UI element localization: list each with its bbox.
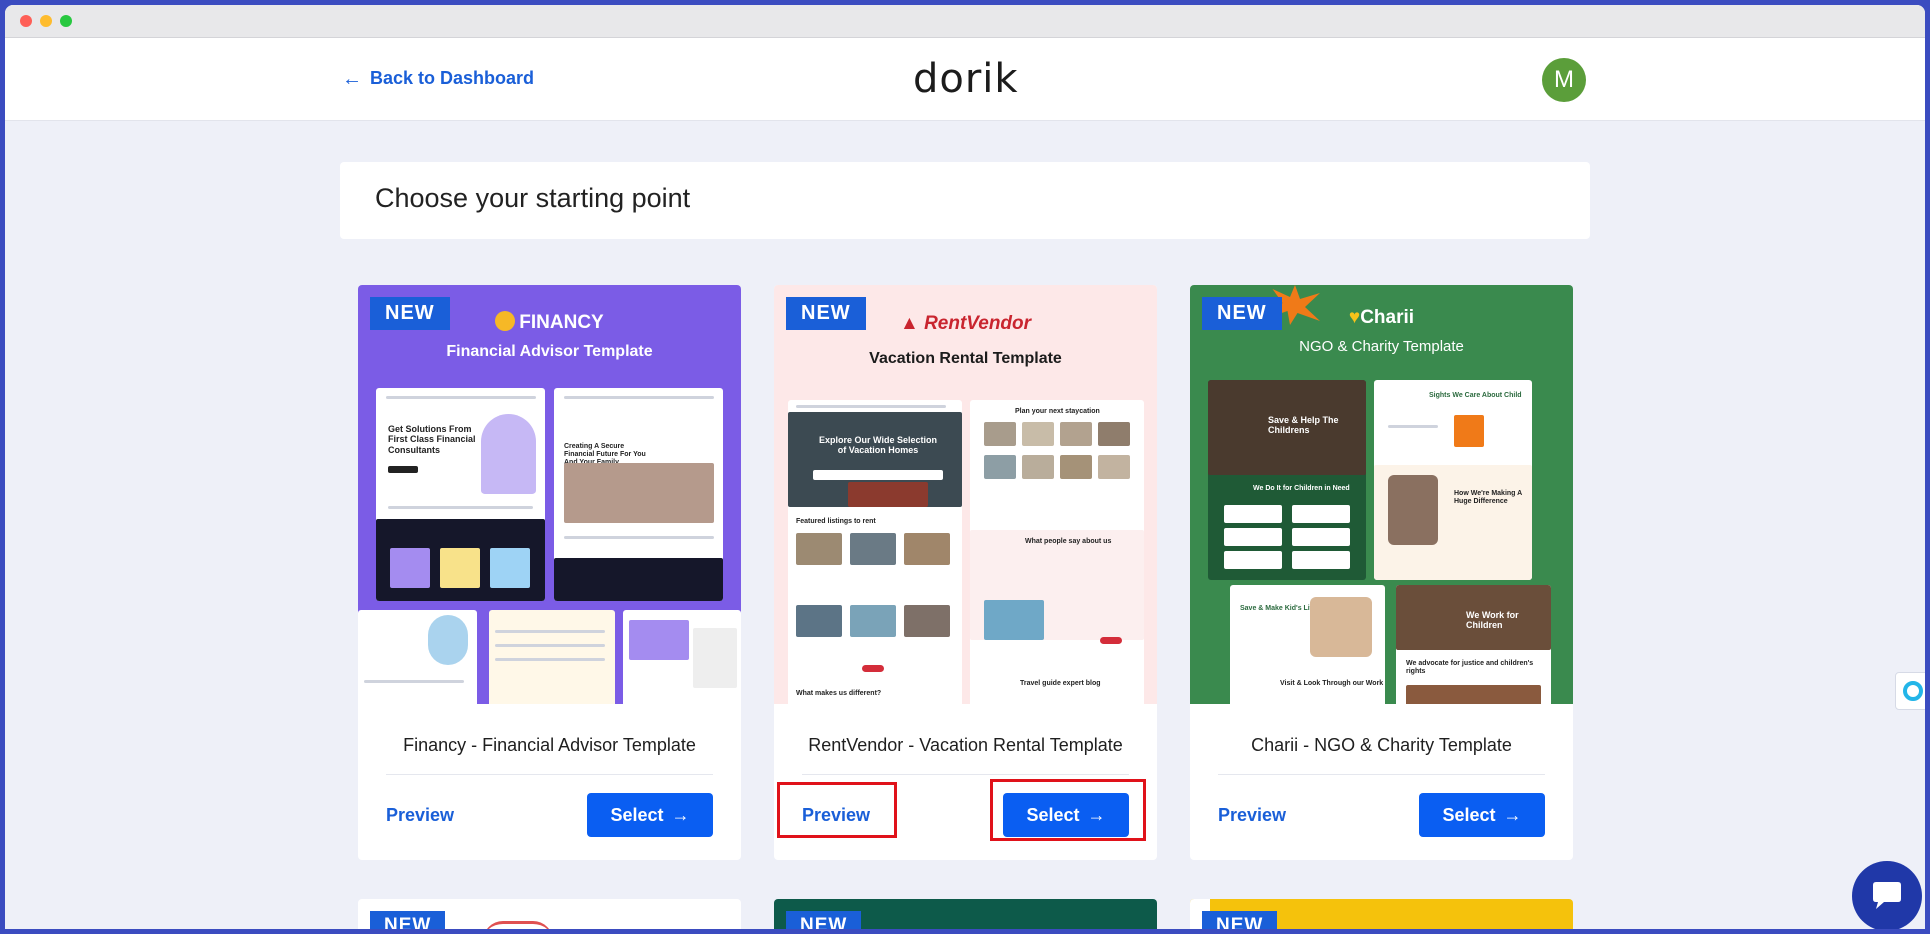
- new-badge: NEW: [1202, 911, 1278, 929]
- arrow-right-icon: →: [671, 804, 690, 825]
- template-thumbnail[interactable]: NEW FINANCY Financial Advisor Template G…: [358, 285, 741, 704]
- template-thumbnail[interactable]: NEW ♥Charii NGO & Charity Template Save …: [1190, 285, 1573, 704]
- new-badge: NEW: [370, 911, 446, 929]
- page-title-card: Choose your starting point: [340, 162, 1590, 239]
- mockup-page: Save & Help The Childrens We Do It for C…: [1208, 380, 1366, 580]
- new-badge: NEW: [370, 297, 450, 330]
- select-highlight-box: [990, 779, 1146, 841]
- template-card-partial[interactable]: NEW: [1190, 899, 1573, 929]
- thumbnail-subtitle: NGO & Charity Template: [1299, 338, 1464, 355]
- template-title: Charii - NGO & Charity Template: [1251, 735, 1512, 755]
- template-title: Financy - Financial Advisor Template: [403, 735, 696, 755]
- preview-link[interactable]: Preview: [386, 805, 454, 826]
- select-label: Select: [1442, 804, 1496, 825]
- arrow-right-icon: →: [1503, 804, 1522, 825]
- mockup-page: [358, 610, 477, 704]
- template-card-financy: NEW FINANCY Financial Advisor Template G…: [358, 285, 741, 860]
- new-badge: NEW: [1202, 297, 1282, 330]
- select-button[interactable]: Select →: [1419, 793, 1545, 837]
- decorative-shape: [483, 921, 553, 929]
- top-header: ← Back to Dashboard dorik M: [5, 38, 1925, 121]
- dorik-logo: dorik: [913, 56, 1019, 102]
- mockup-page: We Work for Children We advocate for jus…: [1396, 585, 1551, 704]
- page-title: Choose your starting point: [375, 183, 691, 213]
- template-card-partial[interactable]: NEW: [358, 899, 741, 929]
- maximize-window-icon[interactable]: [60, 15, 72, 27]
- thumbnail-subtitle: Financial Advisor Template: [446, 343, 653, 360]
- arrow-left-icon: ←: [342, 67, 362, 90]
- mockup-page: [489, 610, 615, 704]
- select-label: Select: [610, 804, 664, 825]
- new-badge: NEW: [786, 297, 866, 330]
- back-to-dashboard-label: Back to Dashboard: [370, 68, 535, 88]
- mockup-page: Sights We Care About Child How We're Mak…: [1374, 380, 1532, 580]
- heart-icon: ♥: [1348, 307, 1361, 328]
- select-button[interactable]: Select →: [587, 793, 713, 837]
- template-card-charii: NEW ♥Charii NGO & Charity Template Save …: [1190, 285, 1573, 860]
- preview-highlight-box: [777, 782, 897, 838]
- template-card-rentvendor: NEW ▲ RentVendor Vacation Rental Templat…: [774, 285, 1157, 860]
- template-thumbnail[interactable]: NEW ▲ RentVendor Vacation Rental Templat…: [774, 285, 1157, 704]
- divider: [1218, 774, 1545, 775]
- avatar[interactable]: M: [1542, 58, 1586, 102]
- mockup-page: Plan your next staycation What people sa…: [970, 400, 1144, 704]
- chat-button[interactable]: [1852, 861, 1922, 929]
- chat-icon: [1873, 882, 1901, 909]
- browser-window: ← Back to Dashboard dorik M Choose your …: [5, 5, 1925, 929]
- new-badge: NEW: [786, 911, 862, 929]
- divider: [386, 774, 713, 775]
- assistant-widget[interactable]: [1895, 672, 1925, 710]
- mockup-page: [623, 610, 741, 704]
- mockup-page: Get Solutions From First Class Financial…: [376, 388, 545, 601]
- minimize-window-icon[interactable]: [40, 15, 52, 27]
- title-bar: [5, 5, 1925, 38]
- close-window-icon[interactable]: [20, 15, 32, 27]
- thumbnail-brand-name: FINANCY: [519, 312, 604, 333]
- assistant-icon: [1902, 681, 1923, 701]
- template-card-partial[interactable]: NEW: [774, 899, 1157, 929]
- thumbnail-brand-name: Charii: [1360, 307, 1415, 328]
- divider: [802, 774, 1129, 775]
- back-to-dashboard-link[interactable]: ← Back to Dashboard: [342, 68, 534, 89]
- thumbnail-brand-name: RentVendor: [924, 313, 1032, 334]
- mockup-page: Save & Make Kid's Life More Secure Visit…: [1230, 585, 1385, 704]
- coin-icon: [495, 311, 516, 331]
- mockup-page: Explore Our Wide Selection of Vacation H…: [788, 400, 962, 704]
- mockup-page: Creating A Secure Financial Future For Y…: [554, 388, 723, 601]
- thumbnail-subtitle: Vacation Rental Template: [869, 350, 1062, 367]
- template-title: RentVendor - Vacation Rental Template: [808, 735, 1123, 755]
- preview-link[interactable]: Preview: [1218, 805, 1286, 826]
- rentvendor-logo-icon: ▲: [899, 313, 919, 334]
